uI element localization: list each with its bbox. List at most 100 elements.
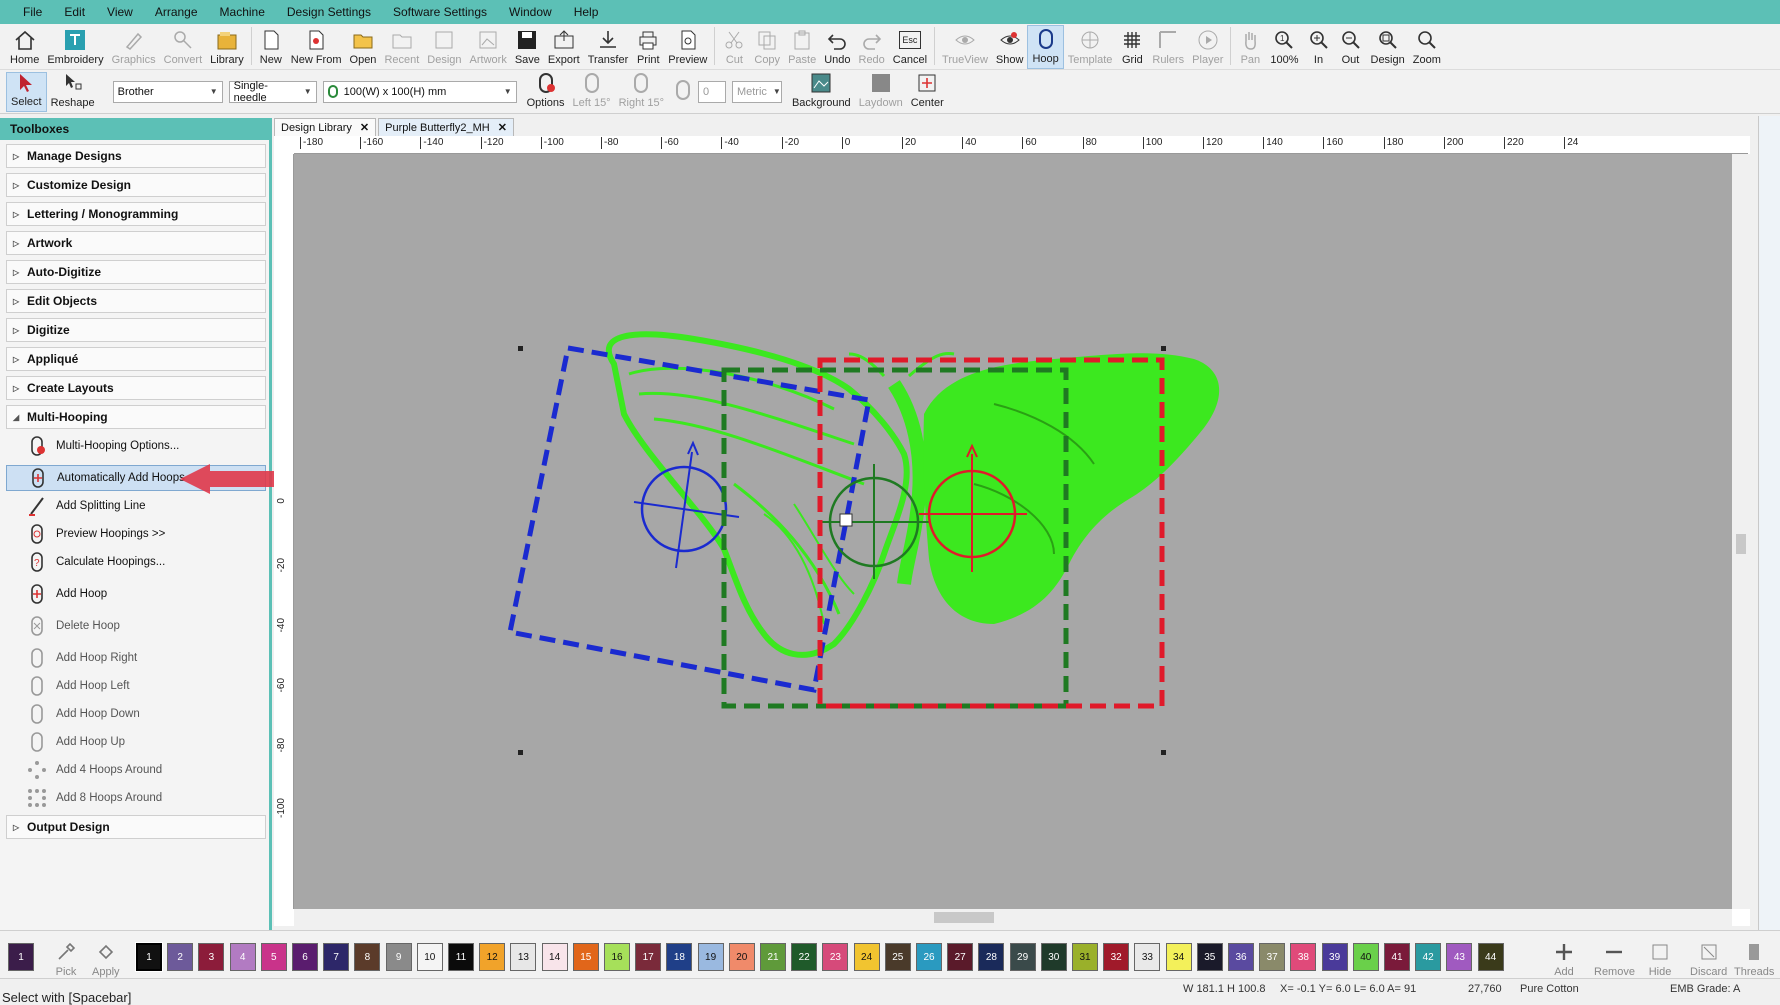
add-splitting-line-tool[interactable]: Add Splitting Line [6,493,266,519]
menu-machine[interactable]: Machine [209,5,276,19]
zoom-in-button[interactable]: In [1303,25,1335,69]
new-button[interactable]: New [255,25,287,69]
convert-button[interactable]: Convert [160,25,207,69]
thread-swatch[interactable]: 5 [260,943,287,971]
thread-swatch[interactable]: 7 [323,943,350,971]
thread-swatch[interactable]: 25 [884,943,911,971]
zoom-100-button[interactable]: 1 100% [1266,25,1302,69]
thread-swatch[interactable]: 14 [541,943,568,971]
units-select[interactable]: Metric ▼ [731,80,782,103]
hoop-size-select[interactable]: 100(W) x 100(H) mm ▼ [322,80,517,103]
thread-swatch[interactable]: 35 [1196,943,1223,971]
butterfly-design[interactable] [507,331,1220,755]
rotate-left-15-button[interactable]: Left 15° [569,72,615,112]
pick-color-button[interactable]: Pick [50,933,82,981]
thread-swatch[interactable]: 6 [292,943,318,971]
show-button[interactable]: Show [992,25,1028,69]
thread-swatch[interactable]: 37 [1259,943,1286,971]
delete-hoop-tool[interactable]: Delete Hoop [6,613,266,639]
thread-swatch[interactable]: 36 [1228,943,1254,971]
thread-swatch[interactable]: 44 [1477,943,1504,971]
section-lettering[interactable]: ▷ Lettering / Monogramming [6,202,266,226]
tab-purple-butterfly[interactable]: Purple Butterfly2_MH ✕ [378,118,514,136]
center-button[interactable]: Center [907,72,948,112]
thread-swatch[interactable]: 41 [1384,943,1410,971]
thread-swatch[interactable]: 2 [167,943,194,971]
discard-color-button[interactable]: Discard [1686,933,1731,981]
thread-swatch[interactable]: 1 [135,942,163,972]
scroll-thumb[interactable] [1736,534,1746,554]
add-hoop-up-tool[interactable]: Add Hoop Up [6,729,266,755]
cut-button[interactable]: Cut [718,25,750,69]
menu-edit[interactable]: Edit [53,5,96,19]
machine-brand-select[interactable]: Brother ▼ [112,80,223,103]
thread-swatch[interactable]: 12 [479,943,506,971]
paste-button[interactable]: Paste [784,25,820,69]
select-tool-button[interactable]: Select [6,71,47,112]
player-button[interactable]: Player [1188,25,1227,69]
tab-design-library[interactable]: Design Library ✕ [274,118,377,136]
redo-button[interactable]: Redo [855,25,889,69]
thread-swatch[interactable]: 23 [822,943,849,971]
thread-swatch[interactable]: 28 [978,943,1005,971]
thread-swatch[interactable]: 11 [448,943,474,971]
artwork-button[interactable]: Artwork [466,25,511,69]
pan-button[interactable]: Pan [1234,25,1266,69]
thread-swatch[interactable]: 31 [1072,943,1098,971]
section-customize-design[interactable]: ▷ Customize Design [6,173,266,197]
section-manage-designs[interactable]: ▷ Manage Designs [6,144,266,168]
hide-color-button[interactable]: Hide [1644,933,1676,981]
section-create-layouts[interactable]: ▷ Create Layouts [6,376,266,400]
thread-swatch[interactable]: 29 [1009,943,1036,971]
section-edit-objects[interactable]: ▷ Edit Objects [6,289,266,313]
add-4-hoops-around-tool[interactable]: Add 4 Hoops Around [6,757,266,783]
add-hoop-down-tool[interactable]: Add Hoop Down [6,701,266,727]
thread-swatch[interactable]: 26 [916,943,942,971]
thread-swatch[interactable]: 8 [354,943,381,971]
menu-help[interactable]: Help [563,5,610,19]
thread-swatch[interactable]: 42 [1415,943,1442,971]
design-button[interactable]: Design [423,25,465,69]
thread-swatch[interactable]: 38 [1290,943,1317,971]
menu-arrange[interactable]: Arrange [144,5,209,19]
selection-handle[interactable] [1161,346,1166,351]
zoom-button[interactable]: Zoom [1409,25,1445,69]
thread-swatch[interactable]: 39 [1321,943,1348,971]
hints-side-panel[interactable] [1758,116,1780,936]
copy-button[interactable]: Copy [750,25,784,69]
menu-window[interactable]: Window [498,5,563,19]
thread-swatch[interactable]: 27 [947,943,974,971]
add-hoop-left-tool[interactable]: Add Hoop Left [6,673,266,699]
reshape-tool-button[interactable]: Reshape [47,72,99,112]
undo-button[interactable]: Undo [820,25,854,69]
hoop-button[interactable]: Hoop [1027,25,1064,69]
thread-swatch[interactable]: 19 [697,943,724,971]
thread-swatch[interactable]: 24 [853,943,880,971]
thread-swatch[interactable]: 13 [510,943,537,971]
section-output-design[interactable]: ▷ Output Design [6,815,266,839]
new-from-button[interactable]: New From [287,25,346,69]
calculate-hoopings-tool[interactable]: ? Calculate Hoopings... [6,549,266,575]
remove-color-button[interactable]: Remove [1590,933,1639,981]
add-8-hoops-around-tool[interactable]: Add 8 Hoops Around [6,785,266,811]
zoom-design-button[interactable]: Design [1367,25,1409,69]
thread-swatch[interactable]: 9 [385,943,412,971]
design-canvas[interactable] [294,154,1732,909]
add-color-button[interactable]: Add [1548,933,1580,981]
rulers-button[interactable]: Rulers [1148,25,1188,69]
menu-file[interactable]: File [12,5,53,19]
thread-swatch[interactable]: 21 [760,943,786,971]
section-artwork[interactable]: ▷ Artwork [6,231,266,255]
vertical-scrollbar[interactable] [1732,154,1750,909]
add-hoop-right-tool[interactable]: Add Hoop Right [6,645,266,671]
thread-swatch[interactable]: 40 [1352,943,1379,971]
preview-hoopings-tool[interactable]: Preview Hoopings >> [6,521,266,547]
menu-software-settings[interactable]: Software Settings [382,5,498,19]
needle-type-select[interactable]: Single-needle ▼ [228,80,317,104]
thread-swatch[interactable]: 3 [198,943,225,971]
recent-button[interactable]: Recent [380,25,423,69]
export-button[interactable]: Export [544,25,584,69]
multi-hooping-options-tool[interactable]: Multi-Hooping Options... [6,433,266,459]
trueview-button[interactable]: TrueView [938,25,992,69]
thread-swatch[interactable]: 18 [666,943,693,971]
